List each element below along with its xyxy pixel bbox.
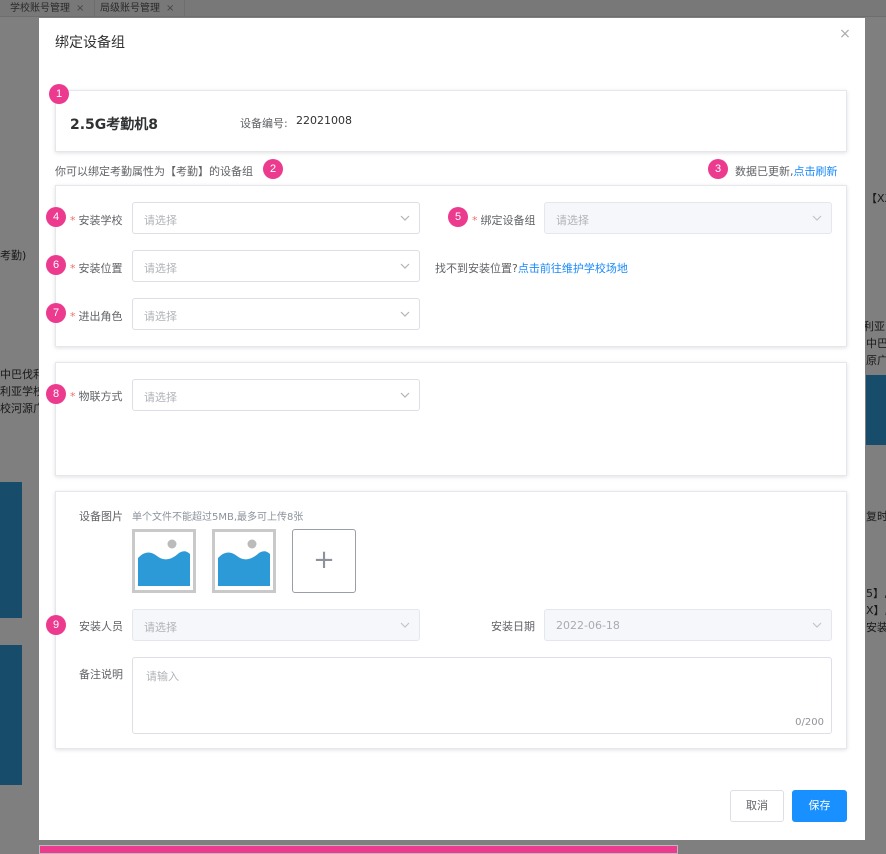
device-name: 2.5G考勤机8: [70, 117, 159, 133]
device-code-value: 22021008: [296, 114, 352, 127]
chevron-down-icon: [812, 622, 822, 628]
group-label: * 绑定设备组: [472, 214, 536, 227]
cancel-button[interactable]: 取消: [730, 790, 784, 822]
updated-text: 数据已更新,: [735, 165, 794, 178]
installer-select[interactable]: 请选择: [132, 609, 420, 641]
install-date-picker[interactable]: 2022-06-18: [544, 609, 832, 641]
close-icon[interactable]: ×: [835, 24, 855, 44]
school-label: * 安装学校: [70, 214, 123, 227]
location-label: * 安装位置: [70, 262, 123, 275]
role-select[interactable]: 请选择: [132, 298, 420, 330]
images-label: 设备图片: [79, 510, 123, 523]
annotation-badge: 1: [49, 84, 69, 104]
role-label: * 进出角色: [70, 310, 123, 323]
chevron-down-icon: [400, 263, 410, 269]
image-icon: [135, 532, 193, 590]
remark-label: 备注说明: [79, 668, 123, 681]
annotation-badge: 6: [46, 255, 66, 275]
iot-label: * 物联方式: [70, 390, 123, 403]
annotation-badge: 5: [448, 207, 468, 227]
bind-tip: 你可以绑定考勤属性为【考勤】的设备组: [55, 165, 253, 178]
annotation-badge: 3: [708, 159, 728, 179]
dialog-title: 绑定设备组: [55, 35, 125, 51]
maintain-venue-link[interactable]: 点击前往维护学校场地: [518, 262, 628, 275]
char-count: 0/200: [795, 717, 824, 728]
device-image-thumb[interactable]: [212, 529, 276, 593]
device-info-card: [55, 90, 847, 152]
iot-select[interactable]: 请选择: [132, 379, 420, 411]
bind-device-group-dialog: 绑定设备组 × 2.5G考勤机8 设备编号: 22021008 你可以绑定考勤属…: [39, 18, 865, 840]
installer-label: 安装人员: [79, 620, 123, 633]
chevron-down-icon: [400, 392, 410, 398]
save-button[interactable]: 保存: [792, 790, 847, 822]
device-image-thumb[interactable]: [132, 529, 196, 593]
chevron-down-icon: [400, 215, 410, 221]
chevron-down-icon: [812, 215, 822, 221]
annotation-badge: 2: [263, 159, 283, 179]
refresh-tip: 数据已更新,点击刷新: [735, 163, 838, 179]
upload-hint: 单个文件不能超过5MB,最多可上传8张: [132, 512, 304, 523]
chevron-down-icon: [400, 311, 410, 317]
image-icon: [215, 532, 273, 590]
refresh-link[interactable]: 点击刷新: [794, 165, 838, 178]
annotation-highlight-bar: [39, 845, 678, 854]
remark-textarea[interactable]: 请输入 0/200: [132, 657, 832, 734]
date-label: 安装日期: [491, 620, 535, 633]
device-code-label: 设备编号:: [240, 117, 288, 130]
add-image-button[interactable]: +: [292, 529, 356, 593]
location-missing-tip: 找不到安装位置?点击前往维护学校场地: [435, 262, 628, 275]
school-select[interactable]: 请选择: [132, 202, 420, 234]
group-select[interactable]: 请选择: [544, 202, 832, 234]
annotation-badge: 9: [46, 615, 66, 635]
chevron-down-icon: [400, 622, 410, 628]
annotation-badge: 4: [46, 207, 66, 227]
annotation-badge: 7: [46, 303, 66, 323]
annotation-badge: 8: [46, 384, 66, 404]
location-select[interactable]: 请选择: [132, 250, 420, 282]
